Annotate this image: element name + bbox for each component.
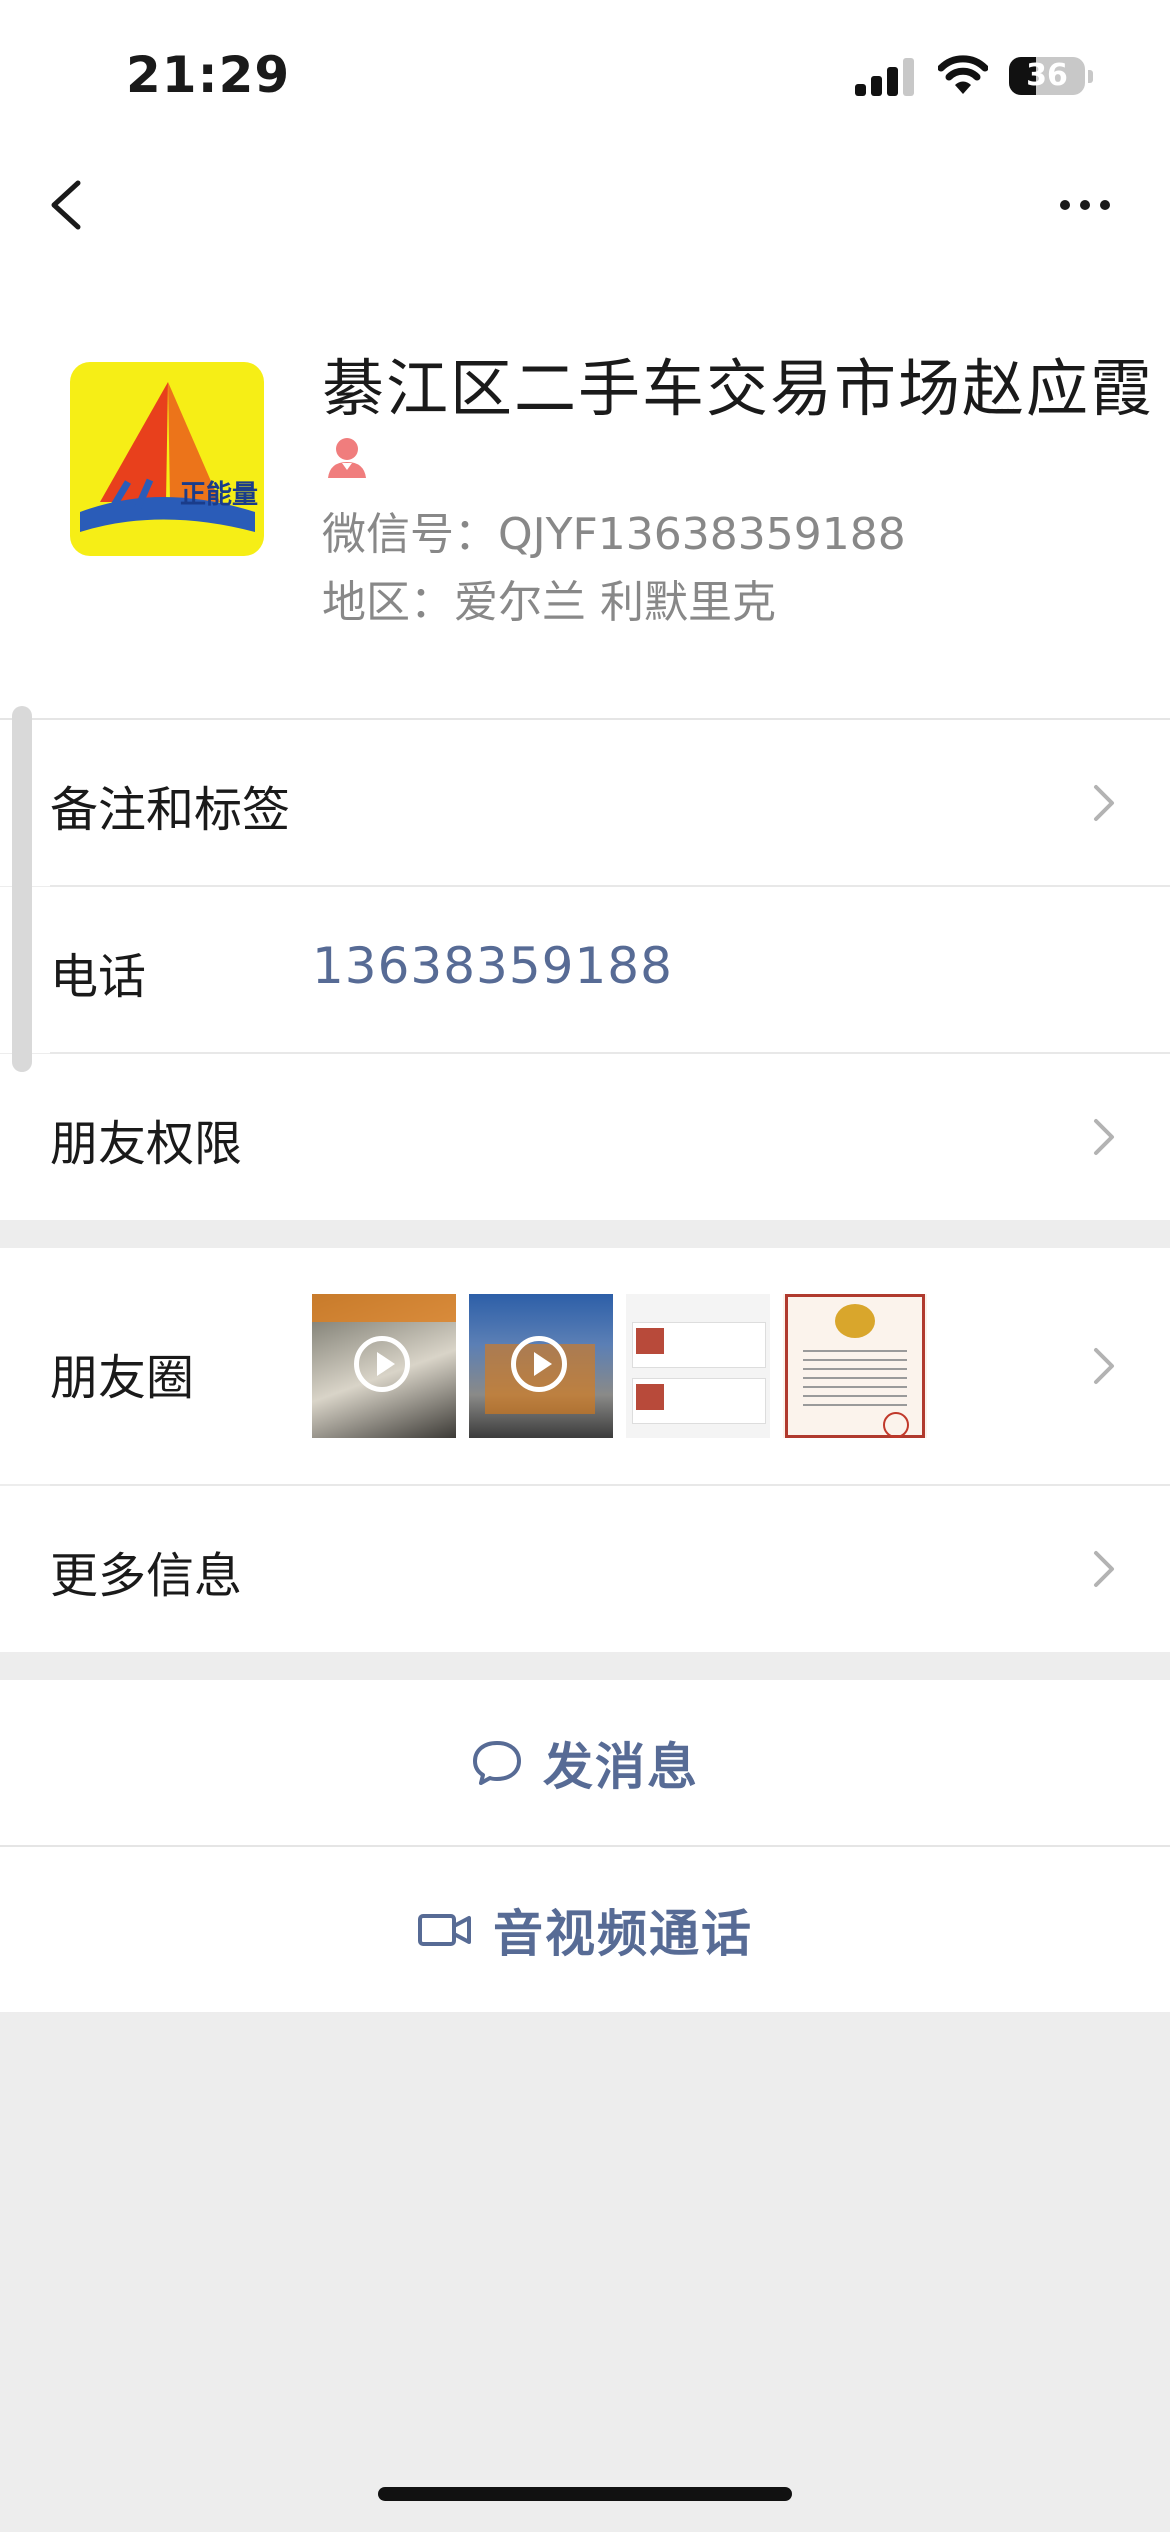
battery-icon: 36 — [1009, 57, 1085, 95]
video-call-label: 音视频通话 — [493, 1904, 753, 1963]
side-scroll-handle — [12, 706, 32, 1072]
chevron-left-icon[interactable] — [40, 175, 100, 235]
remark-tags-row[interactable]: 备注和标签 — [0, 720, 1170, 886]
moments-thumbnail-video[interactable] — [312, 1294, 456, 1438]
moments-thumbnail-image[interactable] — [626, 1294, 770, 1438]
send-message-button[interactable]: 发消息 — [0, 1680, 1170, 1846]
video-call-button[interactable]: 音视频通话 — [0, 1847, 1170, 2012]
status-bar: 21:29 36 — [0, 0, 1170, 150]
region: 地区：爱尔兰 利默里克 — [322, 577, 776, 628]
phone-label: 电话 — [50, 949, 147, 1005]
more-info-label: 更多信息 — [50, 1548, 243, 1604]
phone-row[interactable]: 电话 13638359188 — [0, 887, 1170, 1053]
send-message-label: 发消息 — [543, 1738, 699, 1796]
profile-name: 綦江区二手车交易市场赵应霞 — [322, 352, 1155, 425]
battery-level: 36 — [1026, 58, 1068, 93]
moments-label: 朋友圈 — [50, 1350, 195, 1406]
cellular-signal-icon — [855, 58, 915, 96]
wechat-id: 微信号：QJYF13638359188 — [322, 509, 906, 560]
moments-thumbnails[interactable] — [312, 1294, 927, 1438]
phone-number[interactable]: 13638359188 — [312, 937, 673, 995]
chevron-right-icon — [1094, 1119, 1114, 1155]
female-user-icon — [328, 438, 366, 478]
avatar-logo-icon — [80, 382, 255, 532]
chevron-right-icon — [1094, 1551, 1114, 1587]
play-icon — [354, 1336, 410, 1392]
moments-thumbnail-video[interactable] — [469, 1294, 613, 1438]
chat-bubble-icon — [473, 1741, 521, 1785]
play-icon — [511, 1336, 567, 1392]
remark-tags-label: 备注和标签 — [50, 782, 291, 838]
video-camera-icon — [418, 1913, 471, 1946]
chevron-right-icon — [1094, 785, 1114, 821]
more-dots-icon[interactable] — [1050, 180, 1120, 230]
status-time: 21:29 — [126, 46, 291, 104]
battery-tip — [1088, 70, 1093, 83]
avatar-logo-text: 正能量 — [180, 480, 259, 510]
avatar[interactable]: 正能量 — [70, 362, 264, 556]
chevron-right-icon — [1094, 1348, 1114, 1384]
wifi-icon — [938, 55, 988, 94]
friend-permission-row[interactable]: 朋友权限 — [0, 1054, 1170, 1220]
more-info-row[interactable]: 更多信息 — [0, 1486, 1170, 1652]
home-indicator[interactable] — [378, 2487, 792, 2501]
moments-thumbnail-certificate[interactable] — [783, 1294, 927, 1438]
friend-permission-label: 朋友权限 — [50, 1116, 243, 1172]
